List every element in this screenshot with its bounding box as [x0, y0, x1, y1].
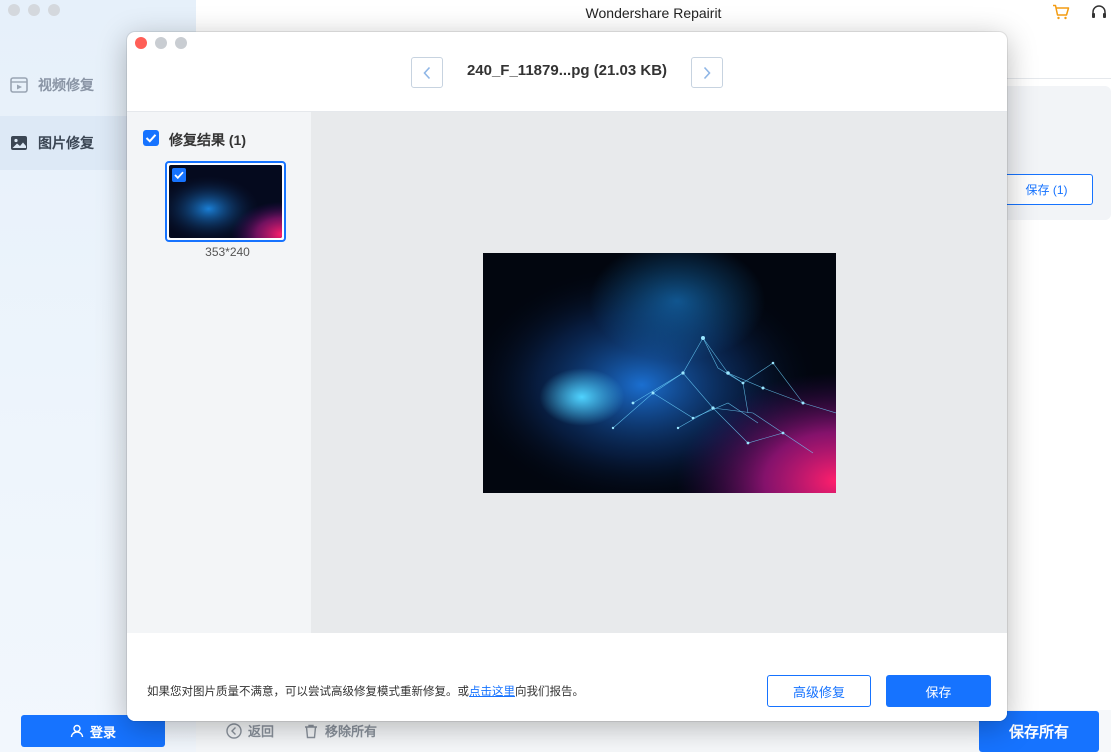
dialog-header: 240_F_11879...pg (21.03 KB): [127, 32, 1007, 112]
remove-all-button[interactable]: 移除所有: [303, 721, 377, 740]
dialog-footer: 如果您对图片质量不满意，可以尝试高级修复模式重新修复。或点击这里向我们报告。 高…: [127, 633, 1007, 721]
save-button[interactable]: 保存: [886, 675, 991, 707]
dialog-window-controls: [135, 37, 187, 49]
next-file-button[interactable]: [691, 57, 723, 88]
login-label: 登录: [89, 724, 116, 740]
back-label: 返回: [248, 724, 275, 739]
thumbnail-checkbox[interactable]: [172, 168, 186, 182]
background-save-button[interactable]: 保存 (1): [1000, 174, 1093, 205]
footer-note: 如果您对图片质量不满意，可以尝试高级修复模式重新修复。或点击这里向我们报告。: [147, 683, 584, 699]
zoom-window-button[interactable]: [48, 4, 60, 16]
sidebar-item-label: 视频修复: [38, 77, 94, 93]
preview-dialog: 240_F_11879...pg (21.03 KB) 修复结果 (1) 353…: [127, 32, 1007, 721]
video-icon: [10, 77, 28, 93]
trash-icon: [305, 724, 317, 738]
dialog-zoom-button[interactable]: [175, 37, 187, 49]
results-label: 修复结果 (1): [169, 132, 246, 148]
headset-icon[interactable]: [1090, 4, 1108, 20]
close-window-button[interactable]: [8, 4, 20, 16]
file-title: 240_F_11879...pg (21.03 KB): [466, 62, 668, 79]
dialog-minimize-button[interactable]: [155, 37, 167, 49]
app-title: Wondershare Repairit: [585, 5, 722, 21]
result-thumbnail[interactable]: [165, 161, 286, 242]
checkmark-icon: [145, 134, 157, 143]
select-all-checkbox[interactable]: [143, 130, 159, 146]
report-link[interactable]: 点击这里: [469, 686, 515, 698]
footer-note-suffix: 向我们报告。: [515, 686, 584, 698]
checkmark-icon: [174, 171, 184, 180]
back-button[interactable]: 返回: [226, 721, 274, 740]
results-panel: 修复结果 (1) 353*240: [127, 112, 311, 633]
image-icon: [11, 136, 27, 150]
minimize-window-button[interactable]: [28, 4, 40, 16]
advanced-repair-button[interactable]: 高级修复: [767, 675, 871, 707]
sidebar-item-label: 图片修复: [38, 135, 94, 151]
remove-all-label: 移除所有: [325, 724, 378, 739]
preview-area: [311, 112, 1007, 633]
dialog-close-button[interactable]: [135, 37, 147, 49]
footer-note-text: 如果您对图片质量不满意，可以尝试高级修复模式重新修复。或: [147, 686, 469, 698]
preview-image: [483, 253, 836, 493]
back-arrow-icon: [226, 722, 242, 739]
user-icon: [70, 724, 84, 738]
chevron-left-icon: [423, 66, 431, 79]
previous-file-button[interactable]: [411, 57, 443, 88]
chevron-right-icon: [703, 66, 711, 79]
cart-icon[interactable]: [1052, 4, 1070, 20]
thumbnail-dimensions: 353*240: [205, 245, 250, 259]
window-controls: [8, 4, 60, 16]
